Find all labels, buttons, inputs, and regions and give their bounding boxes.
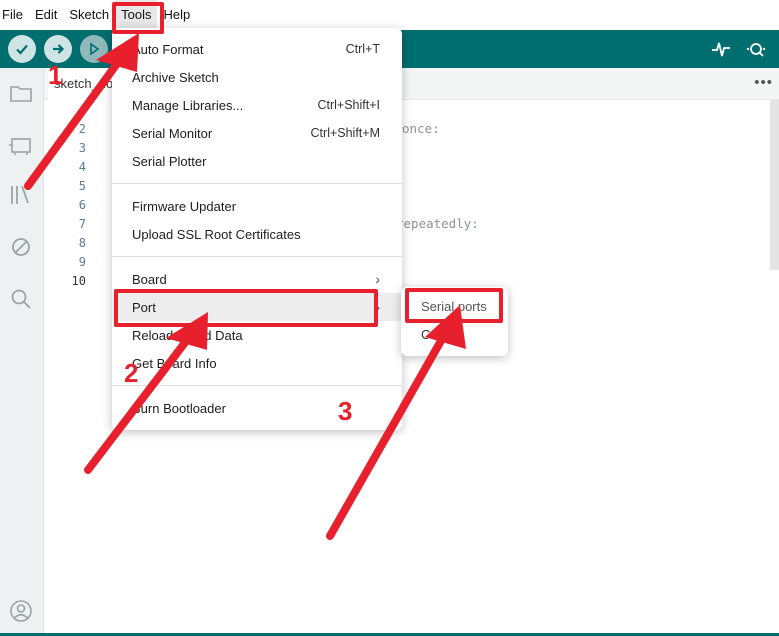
line-number: 5 [78, 179, 86, 193]
board-icon[interactable] [8, 132, 34, 158]
menu-item-label: Manage Libraries... [132, 97, 244, 113]
line-number: 3 [78, 141, 86, 155]
line-number: 8 [78, 236, 86, 250]
annotation-step-2: 2 [124, 358, 139, 388]
line-number: 2 [78, 122, 86, 136]
line-number: 10 [71, 274, 86, 288]
magnifier-icon[interactable] [745, 38, 767, 60]
annotation-step-1: 1 [48, 60, 63, 90]
menu-file[interactable]: File [0, 0, 29, 30]
chevron-right-icon: › [375, 271, 380, 287]
annotation-box-serial-ports [405, 288, 503, 323]
annotation-box-tools [112, 2, 164, 34]
menu-item-label: Archive Sketch [132, 69, 219, 85]
menu-item-label: Firmware Updater [132, 198, 237, 214]
menu-item-archive-sketch[interactable]: Archive Sketch [112, 63, 402, 91]
vertical-scrollbar[interactable] [770, 100, 779, 270]
menu-item-upload-ssl[interactable]: Upload SSL Root Certificates [112, 220, 402, 248]
verify-button[interactable] [8, 35, 36, 63]
code-comment: once: [402, 121, 440, 136]
annotation-box-port [114, 289, 378, 327]
menu-item-shortcut: Ctrl+T [345, 42, 380, 56]
menu-item-label: Get Board Info [132, 355, 217, 371]
search-icon[interactable] [8, 286, 34, 312]
menu-item-label: Reload Board Data [132, 327, 243, 343]
debug-button[interactable] [80, 35, 108, 63]
line-number: 7 [78, 217, 86, 231]
side-rail [0, 68, 44, 636]
menu-item-serial-monitor[interactable]: Serial Monitor Ctrl+Shift+M [112, 119, 402, 147]
tools-menu: Auto Format Ctrl+T Archive Sketch Manage… [112, 28, 402, 430]
line-number: 9 [78, 255, 86, 269]
pulse-icon[interactable] [710, 38, 732, 60]
annotation-step-3: 3 [338, 396, 353, 426]
code-comment: repeatedly: [396, 216, 479, 231]
more-options-icon[interactable]: ••• [754, 74, 773, 91]
line-number: 4 [78, 160, 86, 174]
debug-icon [90, 42, 100, 56]
folder-icon[interactable] [8, 80, 34, 106]
menu-sketch[interactable]: Sketch [63, 0, 115, 30]
menu-item-auto-format[interactable]: Auto Format Ctrl+T [112, 35, 402, 63]
menu-item-label: Serial Plotter [132, 153, 207, 169]
check-icon [16, 44, 28, 55]
menu-separator [112, 183, 402, 184]
arrow-right-icon [53, 44, 65, 54]
menu-item-shortcut: Ctrl+Shift+M [310, 126, 380, 140]
menu-separator [112, 256, 402, 257]
menu-item-label: Serial Monitor [132, 125, 213, 141]
debug-disabled-icon[interactable] [8, 234, 34, 260]
library-icon[interactable] [8, 182, 34, 208]
line-number-gutter: 2 3 4 5 6 7 8 9 10 [44, 100, 110, 636]
line-number: 6 [78, 198, 86, 212]
menu-separator [112, 385, 402, 386]
upload-button[interactable] [44, 35, 72, 63]
menu-item-burn-bootloader[interactable]: Burn Bootloader [112, 394, 402, 422]
menu-item-firmware-updater[interactable]: Firmware Updater [112, 192, 402, 220]
menu-item-manage-libraries[interactable]: Manage Libraries... Ctrl+Shift+I [112, 91, 402, 119]
menu-item-shortcut: Ctrl+Shift+I [317, 98, 380, 112]
menu-item-label: Upload SSL Root Certificates [132, 226, 301, 242]
submenu-item-com-port[interactable]: COM3 [401, 321, 508, 349]
menu-item-get-board-info[interactable]: Get Board Info [112, 349, 402, 377]
menu-item-serial-plotter[interactable]: Serial Plotter [112, 147, 402, 175]
account-icon[interactable] [8, 598, 34, 624]
menu-item-label: Auto Format [132, 41, 204, 57]
menu-item-label: Board [132, 271, 167, 287]
menu-edit[interactable]: Edit [29, 0, 63, 30]
